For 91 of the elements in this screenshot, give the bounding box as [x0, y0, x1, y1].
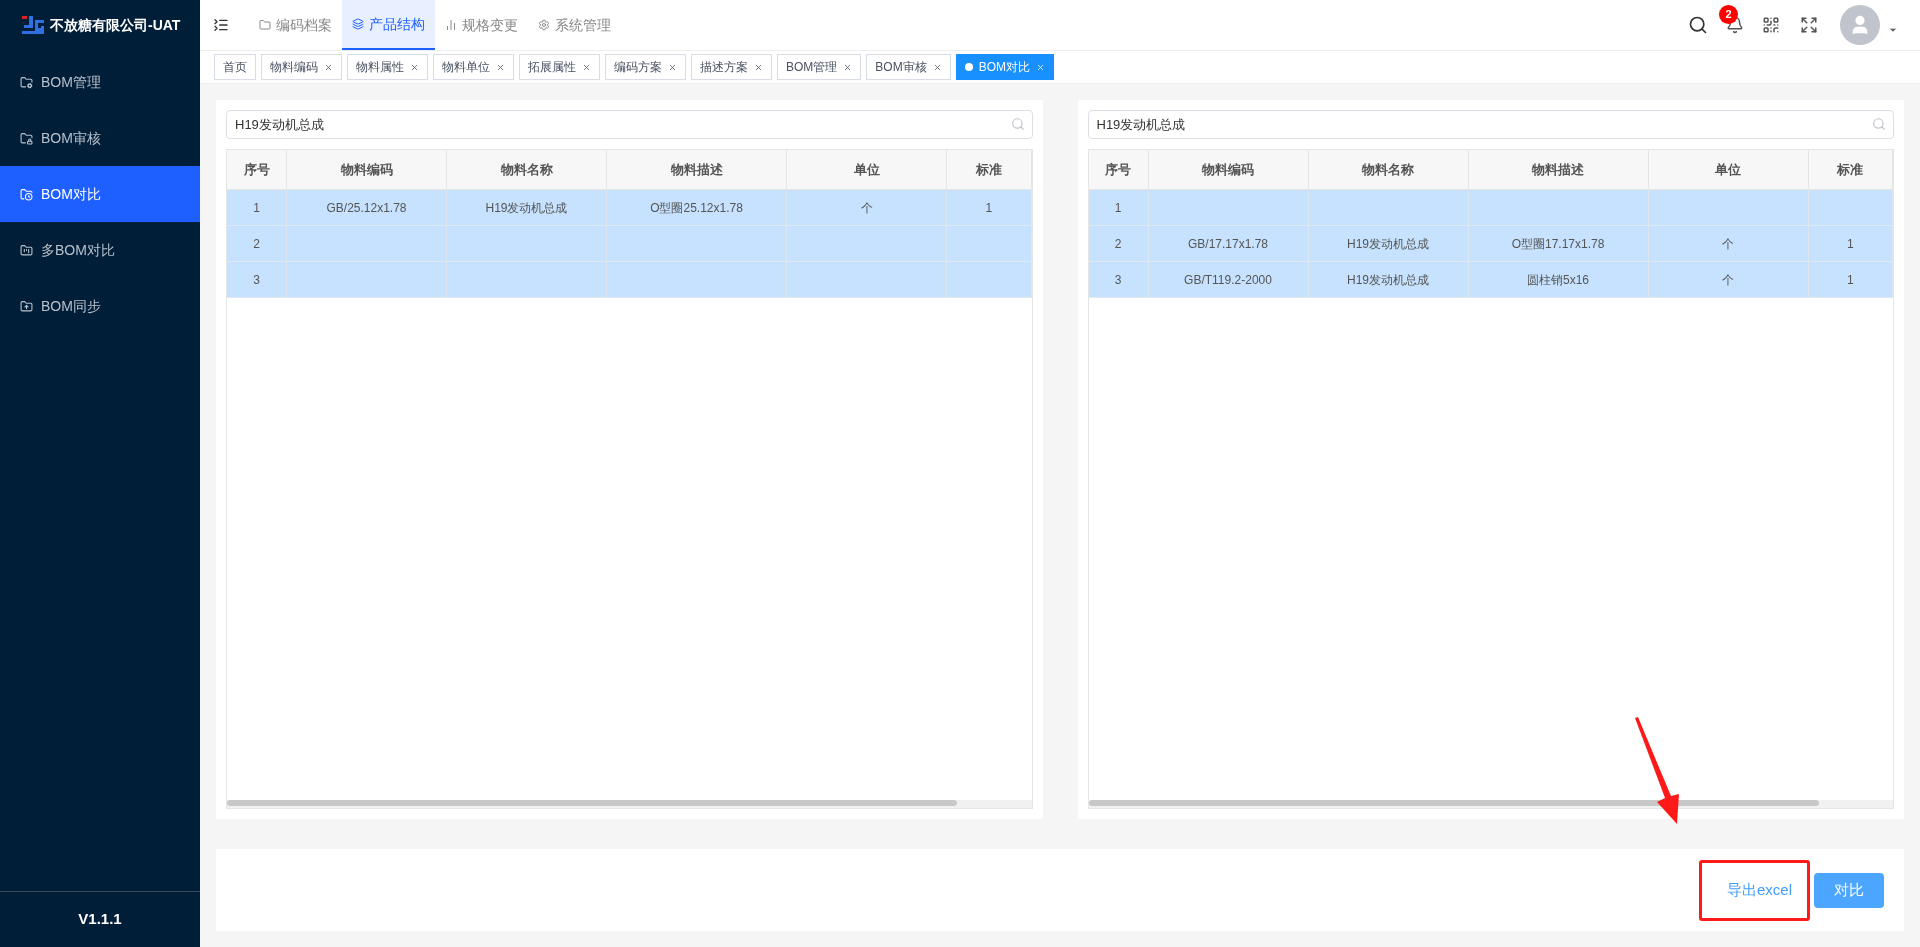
table-cell-text: 圆柱销5x16 [1527, 271, 1589, 289]
table-cell-text: H19发动机总成 [1347, 235, 1429, 253]
close-icon[interactable] [582, 62, 591, 72]
table-cell-text: H19发动机总成 [485, 199, 568, 217]
sidebar-item[interactable]: BOM管理 [0, 54, 200, 110]
search-field[interactable]: H19发动机总成 [1087, 110, 1894, 139]
qr-code-icon[interactable] [1762, 16, 1780, 34]
sidebar-item[interactable]: 多BOM对比 [0, 222, 200, 278]
table-row[interactable]: 3 GB/T119.2-2000 H19发动机总成 圆柱销5x16 个 1 [1088, 262, 1893, 298]
table-cell-text: 3 [1114, 271, 1122, 289]
column-header: 序号 [1088, 150, 1149, 189]
page-tab[interactable]: BOM管理 [777, 54, 862, 80]
search-icon [1010, 117, 1025, 131]
page-tab[interactable]: 编码方案 [605, 54, 686, 80]
table-cell-text: 个 [860, 199, 873, 217]
page-tab[interactable]: 物料属性 [347, 54, 428, 80]
scrollbar[interactable] [227, 800, 957, 806]
layers-icon [352, 18, 364, 30]
scrollbar[interactable] [1088, 800, 1819, 806]
table-cell-text: GB/17.17x1.78 [1187, 235, 1269, 253]
table-row[interactable]: 2 GB/17.17x1.78 H19发动机总成 O型圈17.17x1.78 个 1 [1088, 226, 1893, 262]
column-header: 序号 [227, 150, 287, 189]
folder-icon [259, 19, 271, 31]
close-icon[interactable] [932, 62, 942, 72]
nav-tab[interactable]: 编码档案 [249, 0, 342, 50]
nav-tab[interactable]: 产品结构 [342, 0, 435, 50]
nav-tab[interactable]: 规格变更 [435, 0, 528, 50]
table-cell-text: H19发动机总成 [1347, 271, 1429, 289]
column-header: 物料编码 [287, 150, 447, 189]
sidebar-item[interactable]: BOM审核 [0, 110, 200, 166]
table-cell-text: 2 [1114, 235, 1122, 253]
close-icon[interactable] [668, 62, 677, 72]
table-row[interactable]: 1 GB/25.12x1.78 H19发动机总成 O型圈25.12x1.78 个 1 [227, 190, 1032, 226]
logo-icon [22, 16, 44, 34]
table-cell-text: 3 [253, 271, 260, 289]
column-header: 标准 [1808, 150, 1893, 189]
folder-chart-icon [20, 243, 33, 257]
close-icon[interactable] [843, 62, 853, 72]
close-icon[interactable] [1036, 62, 1046, 72]
search-field[interactable]: H19发动机总成 [226, 110, 1033, 139]
search-icon [1872, 117, 1886, 131]
sidebar-item[interactable]: BOM同步 [0, 278, 200, 334]
table-cell-text: 个 [1722, 235, 1734, 253]
app-title: 不放糖有限公司-UAT [50, 15, 181, 35]
column-header: 物料名称 [1308, 150, 1469, 189]
table-cell-text: 1 [1846, 271, 1854, 289]
column-header: 物料编码 [1148, 150, 1309, 189]
table-row[interactable]: 2 [227, 226, 1032, 262]
table-cell-text: GB/25.12x1.78 [326, 199, 407, 217]
column-header: 单位 [1648, 150, 1809, 189]
page-tab[interactable]: 物料编码 [261, 54, 342, 80]
folder-clock-icon [20, 187, 33, 201]
folder-upload-icon [20, 299, 33, 313]
column-header: 物料描述 [607, 150, 787, 189]
table-cell-text: 1 [253, 199, 260, 217]
column-header: 标准 [947, 150, 1032, 189]
notification-badge: 2 [1719, 5, 1738, 24]
fullscreen-icon[interactable] [1800, 16, 1818, 34]
folder-lock-icon [20, 131, 33, 145]
search-icon[interactable] [1688, 15, 1708, 35]
version-label: V1.1.1 [78, 909, 122, 930]
column-header: 单位 [787, 150, 947, 189]
table-row[interactable]: 3 [227, 262, 1032, 298]
caret-icon[interactable] [1888, 25, 1898, 35]
table-row[interactable]: 1 [1088, 190, 1893, 226]
table-cell-text: O型圈17.17x1.78 [1511, 235, 1605, 253]
nav-tab[interactable]: 系统管理 [528, 0, 621, 50]
table-cell-text: GB/T119.2-2000 [1184, 271, 1272, 289]
page-tab[interactable]: 首页 [214, 54, 256, 80]
table-cell-text: 个 [1722, 271, 1734, 289]
column-header: 物料名称 [447, 150, 607, 189]
folder-gear-icon [20, 75, 33, 89]
close-icon[interactable] [496, 62, 505, 72]
bars-icon [445, 19, 457, 31]
table-cell-text: 1 [1846, 235, 1854, 253]
page-tab[interactable]: 拓展属性 [519, 54, 600, 80]
collapse-menu-icon[interactable] [213, 17, 229, 33]
close-icon[interactable] [410, 62, 419, 72]
page-tab[interactable]: BOM审核 [866, 54, 951, 80]
table-cell-text: 1 [1114, 199, 1122, 217]
table-cell-text: O型圈25.12x1.78 [650, 199, 743, 217]
close-icon[interactable] [324, 62, 333, 72]
close-icon[interactable] [754, 62, 763, 72]
sidebar-item[interactable]: BOM对比 [0, 166, 200, 222]
bell-icon[interactable] [1726, 16, 1744, 34]
column-header: 物料描述 [1468, 150, 1649, 189]
page-tab[interactable]: 物料单位 [433, 54, 514, 80]
settings-icon [538, 19, 550, 31]
page-tab[interactable]: 描述方案 [691, 54, 772, 80]
table-cell-text: 1 [985, 199, 993, 217]
table-cell-text: 2 [253, 235, 260, 253]
